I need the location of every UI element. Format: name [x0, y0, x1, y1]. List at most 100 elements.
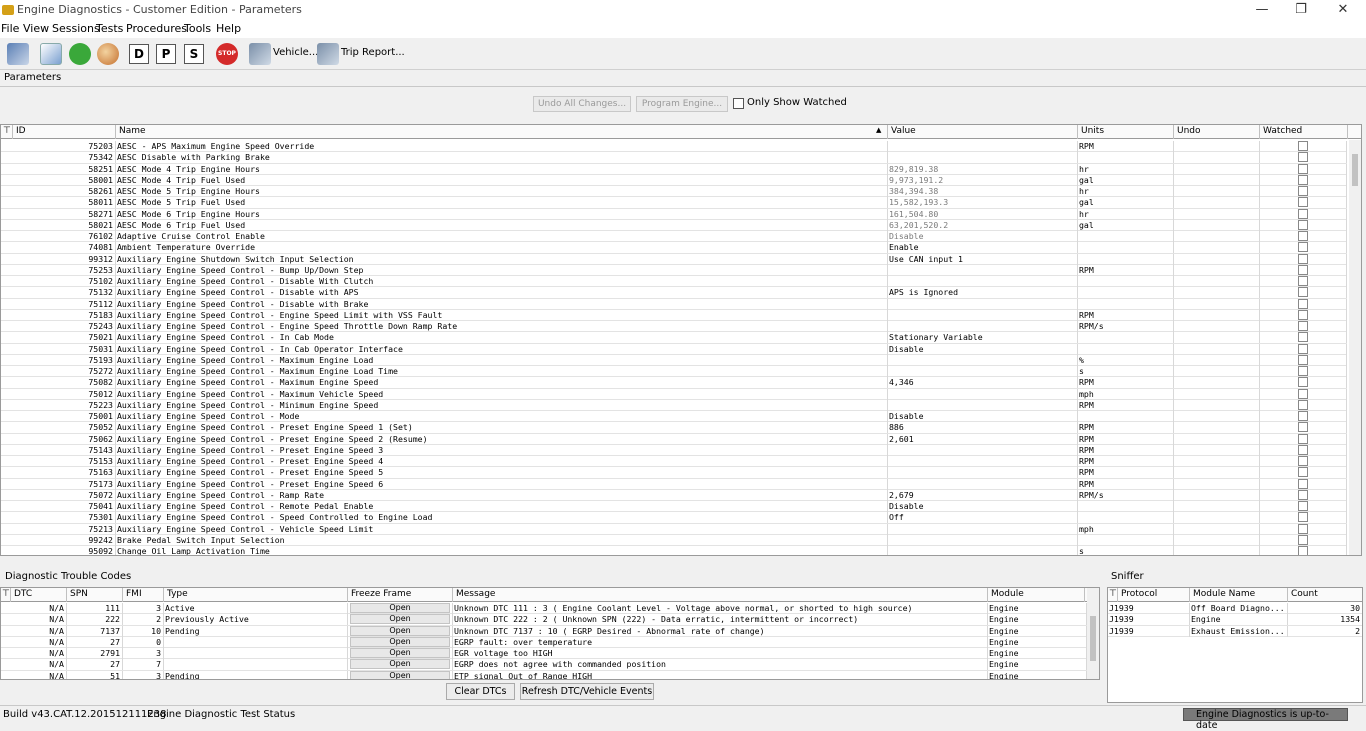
sniffer-row[interactable]: J1939 Exhaust Emission... 2 [1108, 625, 1362, 637]
param-value[interactable]: 15,582,193.3 [888, 197, 1078, 209]
watched-checkbox[interactable] [1298, 141, 1308, 151]
param-row[interactable]: 75243 Auxiliary Engine Speed Control - En… [1, 321, 1347, 333]
watched-checkbox[interactable] [1298, 377, 1308, 388]
param-value[interactable]: 161,504.80 [888, 208, 1078, 220]
trip-report-icon[interactable] [317, 43, 339, 65]
param-value[interactable]: 2,679 [888, 489, 1078, 501]
vehicle-button[interactable]: Vehicle... [273, 47, 318, 58]
menu-view[interactable]: View [23, 22, 49, 35]
connect-icon[interactable] [7, 43, 29, 65]
param-undo[interactable] [1174, 478, 1260, 490]
param-value[interactable] [888, 366, 1078, 377]
param-row[interactable]: 99242 Brake Pedal Switch Input Selection [1, 534, 1347, 546]
col-units[interactable]: Units [1078, 125, 1174, 139]
col-module-name[interactable]: Module Name [1190, 588, 1288, 602]
col-value[interactable]: Value [888, 125, 1078, 139]
watched-checkbox[interactable] [1298, 546, 1308, 555]
param-undo[interactable] [1174, 332, 1260, 344]
watched-checkbox[interactable] [1298, 208, 1308, 219]
param-value[interactable] [888, 264, 1078, 276]
watched-checkbox[interactable] [1298, 422, 1308, 433]
only-show-watched-checkbox[interactable] [733, 98, 744, 109]
watched-checkbox[interactable] [1298, 444, 1308, 455]
param-undo[interactable] [1174, 377, 1260, 389]
param-undo[interactable] [1174, 141, 1260, 152]
watched-checkbox[interactable] [1298, 309, 1308, 320]
param-undo[interactable] [1174, 388, 1260, 400]
watched-checkbox[interactable] [1298, 433, 1308, 444]
dtc-row[interactable]: N/A 2791 3 Open EGR voltage too HIGH Engine [1, 648, 1087, 660]
trip-report-button[interactable]: Trip Report... [341, 47, 405, 58]
param-row[interactable]: 99312 Auxiliary Engine Shutdown Switch In… [1, 253, 1347, 265]
param-row[interactable]: 75153 Auxiliary Engine Speed Control - Pr… [1, 456, 1347, 468]
close-button[interactable]: ✕ [1332, 2, 1354, 18]
param-value[interactable]: 4,346 [888, 377, 1078, 389]
param-undo[interactable] [1174, 309, 1260, 321]
scroll-thumb[interactable] [1352, 154, 1358, 186]
dtc-row[interactable]: N/A 111 3 Active Open Unknown DTC 111 : 3 ( E… [1, 603, 1087, 615]
col-type[interactable]: Type [164, 588, 348, 602]
param-undo[interactable] [1174, 366, 1260, 377]
dtc-row[interactable]: N/A 27 0 Open EGRP fault: over temperature En… [1, 636, 1087, 648]
vehicle-icon[interactable] [249, 43, 271, 65]
param-undo[interactable] [1174, 399, 1260, 411]
param-row[interactable]: 75342 AESC Disable with Parking Brake [1, 152, 1347, 164]
param-undo[interactable] [1174, 231, 1260, 242]
param-undo[interactable] [1174, 219, 1260, 231]
param-row[interactable]: 75183 Auxiliary Engine Speed Control - En… [1, 309, 1347, 321]
watched-checkbox[interactable] [1298, 332, 1308, 343]
param-row[interactable]: 75031 Auxiliary Engine Speed Control - In… [1, 343, 1347, 355]
param-row[interactable]: 75213 Auxiliary Engine Speed Control - Ve… [1, 523, 1347, 535]
engine-status-icon[interactable] [97, 43, 119, 65]
menu-sessions[interactable]: Sessions [52, 22, 100, 35]
watched-checkbox[interactable] [1298, 253, 1308, 264]
param-row[interactable]: 75012 Auxiliary Engine Speed Control - Ma… [1, 388, 1347, 400]
param-value[interactable]: 886 [888, 422, 1078, 434]
menu-help[interactable]: Help [216, 22, 241, 35]
param-value[interactable]: 384,394.38 [888, 186, 1078, 197]
watched-checkbox[interactable] [1298, 523, 1308, 534]
param-row[interactable]: 58271 AESC Mode 6 Trip Engine Hours 161,50… [1, 208, 1347, 220]
col-count[interactable]: Count [1288, 588, 1362, 602]
col-dtc[interactable]: DTC [11, 588, 67, 602]
param-undo[interactable] [1174, 287, 1260, 299]
param-value[interactable] [888, 444, 1078, 456]
checkmark-icon[interactable] [69, 43, 91, 65]
param-row[interactable]: 58251 AESC Mode 4 Trip Engine Hours 829,81… [1, 163, 1347, 175]
param-undo[interactable] [1174, 152, 1260, 164]
param-value[interactable]: Disable [888, 501, 1078, 512]
param-value[interactable]: Disable [888, 343, 1078, 355]
param-undo[interactable] [1174, 208, 1260, 220]
param-undo[interactable] [1174, 489, 1260, 501]
param-value[interactable] [888, 546, 1078, 555]
watched-checkbox[interactable] [1298, 242, 1308, 253]
report-icon[interactable] [40, 43, 62, 65]
freeze-frame-open-button[interactable]: Open [350, 636, 450, 647]
param-row[interactable]: 58021 AESC Mode 6 Trip Fuel Used 63,201,52… [1, 219, 1347, 231]
filter-icon[interactable]: ⊤ [1, 125, 13, 139]
param-row[interactable]: 75001 Auxiliary Engine Speed Control - Mo… [1, 411, 1347, 423]
param-value[interactable]: APS is Ignored [888, 287, 1078, 299]
menu-file[interactable]: File [1, 22, 19, 35]
watched-checkbox[interactable] [1298, 321, 1308, 331]
param-row[interactable]: 75143 Auxiliary Engine Speed Control - Pr… [1, 444, 1347, 456]
param-row[interactable]: 75163 Auxiliary Engine Speed Control - Pr… [1, 467, 1347, 479]
param-value[interactable]: 9,973,191.2 [888, 174, 1078, 186]
watched-checkbox[interactable] [1298, 388, 1308, 399]
param-undo[interactable] [1174, 276, 1260, 287]
watched-checkbox[interactable] [1298, 489, 1308, 500]
param-row[interactable]: 74081 Ambient Temperature Override Enable [1, 242, 1347, 254]
watched-checkbox[interactable] [1298, 534, 1308, 545]
param-value[interactable] [888, 478, 1078, 490]
watched-checkbox[interactable] [1298, 411, 1308, 421]
col-protocol[interactable]: Protocol [1118, 588, 1190, 602]
p-button[interactable]: P [156, 44, 176, 64]
s-button[interactable]: S [184, 44, 204, 64]
param-undo[interactable] [1174, 523, 1260, 535]
param-value[interactable]: Stationary Variable [888, 332, 1078, 344]
param-value[interactable]: 63,201,520.2 [888, 219, 1078, 231]
param-row[interactable]: 75193 Auxiliary Engine Speed Control - Ma… [1, 354, 1347, 366]
watched-checkbox[interactable] [1298, 152, 1308, 163]
watched-checkbox[interactable] [1298, 264, 1308, 275]
param-value[interactable]: 2,601 [888, 433, 1078, 445]
